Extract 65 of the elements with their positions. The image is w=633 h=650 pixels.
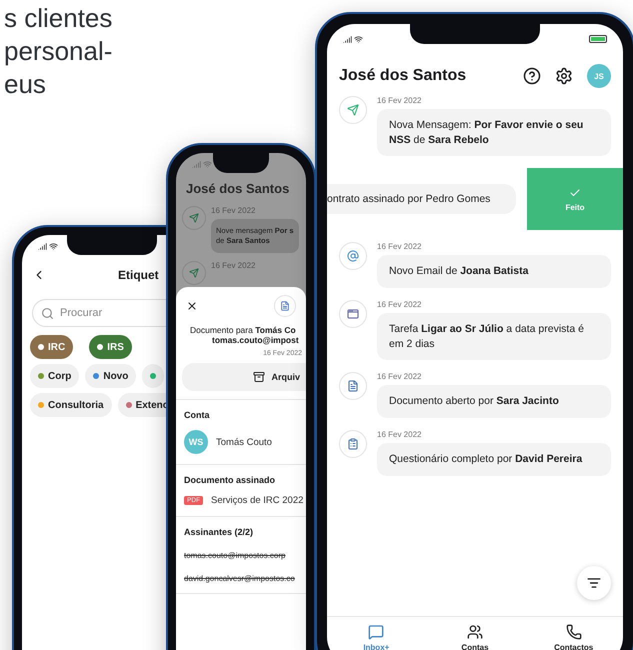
item-date: 16 Fev 2022	[377, 430, 422, 440]
signal-icon	[343, 34, 363, 44]
filter-icon	[587, 576, 601, 590]
search-icon	[41, 306, 54, 320]
document-icon	[339, 372, 367, 400]
headline-text: s clientes	[4, 2, 112, 35]
tag-chip[interactable]: Novo	[85, 364, 136, 388]
section-heading: Documento assinado	[184, 475, 276, 485]
signal-icon	[38, 242, 58, 250]
tag-chip[interactable]	[142, 364, 164, 388]
settings-icon[interactable]	[555, 67, 573, 85]
close-icon[interactable]	[186, 300, 198, 312]
section-heading: Assinantes (2/2)	[184, 527, 254, 537]
item-date: 16 Fev 2022	[377, 372, 422, 382]
notification-text[interactable]: Nova Mensagem: Por Favor envie o seu NSS de Sara Rebelo	[377, 109, 611, 156]
at-sign-icon	[339, 242, 367, 270]
item-date: 16 Fev 2022	[211, 261, 256, 270]
document-name: Serviços de IRC 2022	[211, 495, 304, 506]
check-icon	[569, 186, 581, 199]
notification-text[interactable]: ontrato assinado por Pedro Gomes	[327, 184, 516, 214]
send-icon	[182, 261, 206, 286]
phone-icon	[566, 624, 582, 640]
phone-notch	[213, 153, 269, 173]
notification-text[interactable]: Tarefa Ligar ao Sr Júlio a data prevista é em 2 dias	[377, 313, 611, 360]
screen-title: José dos Santos	[185, 180, 290, 198]
item-date: 16 Fev 2022	[377, 300, 422, 310]
headline-text: personal-	[4, 35, 112, 68]
nav-tab[interactable]: Inbox+	[336, 623, 416, 650]
battery-icon	[589, 35, 607, 43]
account-name: Tomás Couto	[216, 436, 272, 448]
signer-email: tomas.couto@impostos.corp	[184, 551, 286, 560]
item-date: 16 Fev 2022	[377, 96, 422, 105]
screen-title: José dos Santos	[339, 67, 468, 85]
archive-button[interactable]: Arquiv	[182, 363, 306, 391]
notification-text[interactable]: Novo Email de Joana Batista	[377, 255, 611, 288]
notification-text[interactable]: Questionário completo por David Pereira	[377, 443, 611, 476]
tag-dot	[38, 344, 44, 350]
screen-title: Etiquet	[118, 268, 159, 282]
nav-tab[interactable]: Contas	[434, 623, 515, 650]
tag-chip[interactable]: Corp	[30, 364, 80, 388]
send-icon	[182, 206, 206, 230]
filter-button[interactable]	[577, 566, 611, 600]
tag-chip[interactable]: IRS	[89, 335, 132, 359]
help-icon[interactable]	[523, 67, 541, 85]
signal-icon	[192, 160, 212, 168]
chat-icon	[368, 624, 384, 640]
section-heading: Conta	[184, 410, 210, 420]
tag-chip[interactable]: IRC	[30, 335, 74, 359]
recipient-email: tomas.couto@impost	[212, 335, 300, 345]
document-title: Documento para Tomás Co	[190, 324, 297, 335]
send-icon	[339, 96, 367, 124]
item-date: 16 Fev 2022	[211, 206, 256, 215]
tag-dot	[97, 344, 104, 350]
archive-icon	[253, 371, 266, 383]
people-icon	[466, 624, 483, 640]
tag-chip[interactable]: Consultoria	[30, 393, 112, 417]
avatar: WS	[184, 430, 208, 454]
notification-text[interactable]: Documento aberto por Sara Jacinto	[377, 385, 611, 418]
nav-tab[interactable]: Contactos	[534, 623, 614, 650]
headline-text: eus	[4, 68, 47, 101]
item-date: 16 Fev 2022	[377, 242, 422, 252]
document-icon	[274, 295, 296, 317]
window-icon	[339, 300, 367, 328]
clipboard-icon	[339, 430, 367, 458]
signer-email: david.goncalvesr@impostos.co	[184, 574, 296, 583]
